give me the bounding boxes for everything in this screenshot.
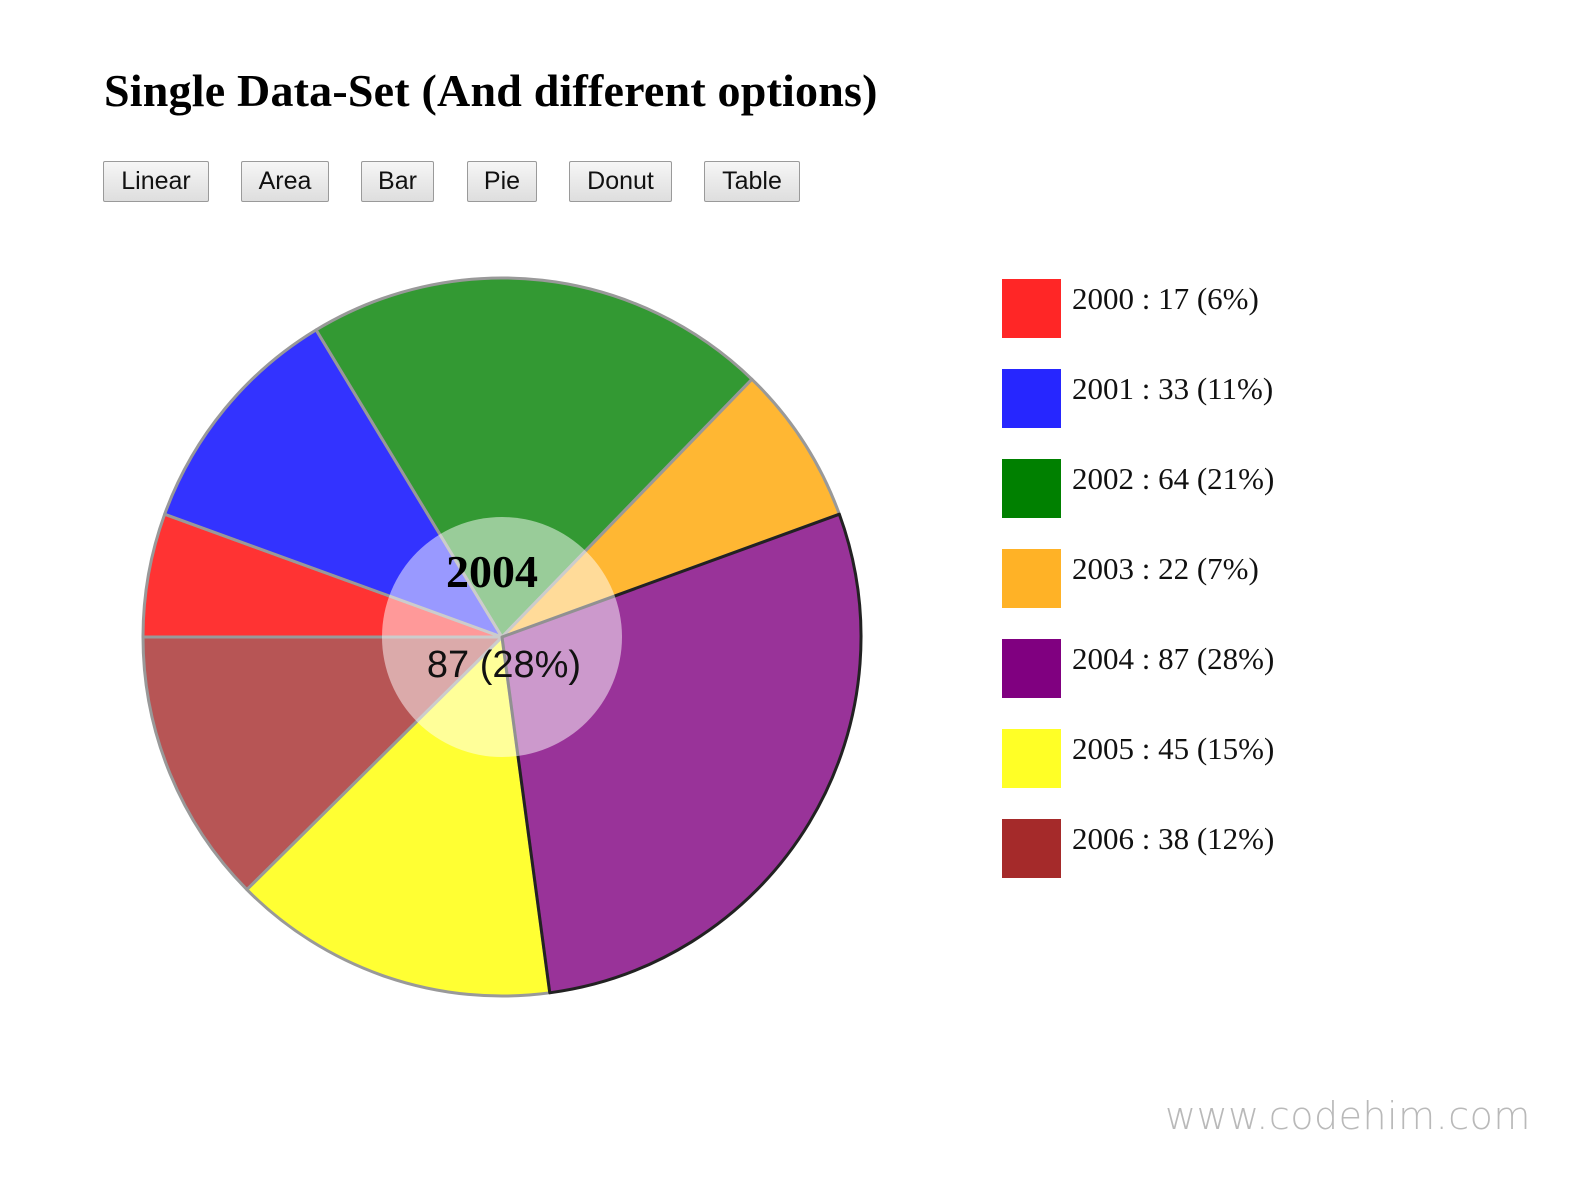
watermark: www.codehim.com (1165, 1094, 1531, 1138)
legend-swatch-2001 (1002, 369, 1061, 428)
legend-swatch-2006 (1002, 819, 1061, 878)
legend-item-2005[interactable]: 2005 : 45 (15%) (1002, 729, 1274, 788)
legend-item-2003[interactable]: 2003 : 22 (7%) (1002, 549, 1259, 608)
legend-item-2002[interactable]: 2002 : 64 (21%) (1002, 459, 1274, 518)
legend-swatch-2002 (1002, 459, 1061, 518)
legend-swatch-2005 (1002, 729, 1061, 788)
legend-item-2001[interactable]: 2001 : 33 (11%) (1002, 369, 1273, 428)
center-value-label: 87 (28%) (427, 644, 581, 686)
center-category-label: 2004 (446, 546, 538, 597)
legend-label-2002: 2002 : 64 (21%) (1072, 461, 1274, 496)
legend-label-2000: 2000 : 17 (6%) (1072, 281, 1259, 316)
legend-item-2004[interactable]: 2004 : 87 (28%) (1002, 639, 1274, 698)
legend-swatch-2004 (1002, 639, 1061, 698)
legend-label-2001: 2001 : 33 (11%) (1072, 371, 1273, 406)
legend-swatch-2000 (1002, 279, 1061, 338)
legend-label-2003: 2003 : 22 (7%) (1072, 551, 1259, 586)
chart-legend: 2000 : 17 (6%) 2001 : 33 (11%) 2002 : 64 (… (1002, 279, 1274, 878)
legend-label-2006: 2006 : 38 (12%) (1072, 821, 1274, 856)
pie-chart: 2004 87 (28%) 2000 : 17 (6%) 2001 : 33 (1… (141, 276, 1274, 998)
legend-item-2006[interactable]: 2006 : 38 (12%) (1002, 819, 1274, 878)
legend-item-2000[interactable]: 2000 : 17 (6%) (1002, 279, 1259, 338)
legend-label-2004: 2004 : 87 (28%) (1072, 641, 1274, 676)
legend-label-2005: 2005 : 45 (15%) (1072, 731, 1274, 766)
legend-swatch-2003 (1002, 549, 1061, 608)
